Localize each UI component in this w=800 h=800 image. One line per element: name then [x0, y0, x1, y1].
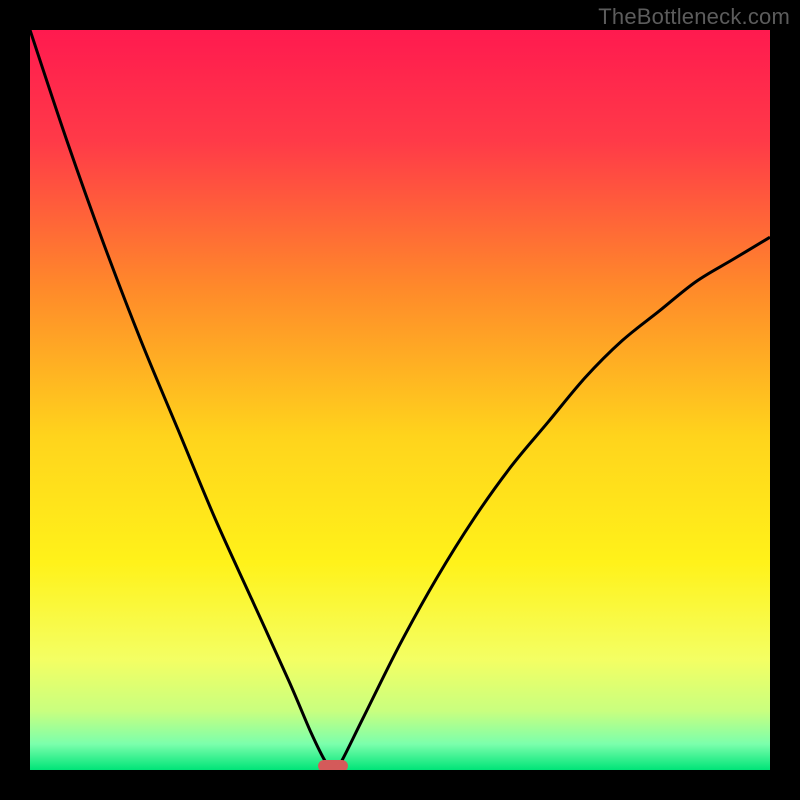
background-gradient — [30, 30, 770, 770]
plot-area — [30, 30, 770, 770]
optimum-marker — [318, 760, 348, 770]
outer-frame: TheBottleneck.com — [0, 0, 800, 800]
watermark-text: TheBottleneck.com — [598, 4, 790, 30]
